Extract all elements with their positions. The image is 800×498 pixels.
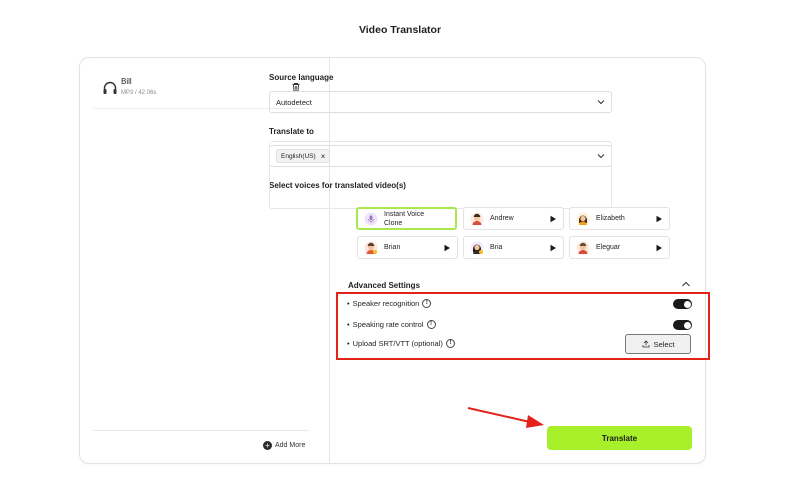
chevron-down-icon bbox=[597, 100, 605, 105]
speaker-recognition-toggle[interactable] bbox=[673, 299, 692, 309]
info-icon[interactable]: ! bbox=[426, 320, 436, 329]
option-label: Speaking rate control bbox=[352, 320, 424, 329]
avatar-andrew bbox=[470, 212, 484, 225]
file-meta: MP3 / 42.06s bbox=[121, 90, 157, 96]
avatar-elizabeth bbox=[576, 212, 590, 225]
avatar-brian bbox=[364, 241, 378, 254]
play-icon[interactable] bbox=[443, 244, 451, 252]
voice-name-line2: Clone bbox=[384, 219, 403, 227]
voice-eleguar[interactable]: Eleguar bbox=[569, 236, 670, 259]
advanced-settings-title: Advanced Settings bbox=[348, 281, 421, 290]
option-label: Speaker recognition bbox=[352, 299, 420, 308]
source-language-select[interactable]: Autodetect bbox=[269, 91, 612, 113]
source-language-value: Autodetect bbox=[276, 97, 312, 107]
option-upload-srt: • Upload SRT/VTT (optional) ! bbox=[347, 339, 455, 348]
translate-to-label: Translate to bbox=[269, 127, 314, 136]
voice-name: Elizabeth bbox=[596, 215, 625, 222]
option-speaker-recognition: • Speaker recognition ! bbox=[347, 299, 432, 308]
file-name: Bill bbox=[121, 77, 132, 86]
bullet: • bbox=[347, 339, 350, 348]
select-label: Select bbox=[653, 339, 675, 349]
plus-circle-icon: + bbox=[263, 440, 272, 450]
add-more-button[interactable]: + Add More bbox=[263, 439, 305, 451]
translator-card: Bill MP3 / 42.06s + Add More bbox=[79, 57, 706, 464]
voice-elizabeth[interactable]: Elizabeth bbox=[569, 207, 670, 230]
voice-name: Bria bbox=[490, 244, 503, 251]
play-icon[interactable] bbox=[549, 244, 557, 252]
add-more-label: Add More bbox=[275, 441, 306, 449]
voice-instant-clone[interactable]: Instant Voice Clone bbox=[356, 207, 457, 230]
panel-divider bbox=[329, 58, 330, 463]
voice-clone-icon bbox=[364, 212, 378, 225]
voice-bria[interactable]: Bria bbox=[463, 236, 564, 259]
headphones-icon bbox=[103, 81, 117, 94]
translate-button[interactable]: Translate bbox=[547, 426, 692, 450]
play-icon[interactable] bbox=[549, 215, 557, 223]
voice-name: Andrew bbox=[490, 215, 514, 222]
play-icon[interactable] bbox=[655, 244, 663, 252]
voice-brian[interactable]: Brian bbox=[357, 236, 458, 259]
avatar-bria bbox=[470, 241, 484, 254]
chevron-up-icon[interactable] bbox=[681, 280, 691, 288]
info-icon[interactable]: ! bbox=[422, 299, 432, 308]
left-bottom-separator bbox=[93, 430, 309, 431]
upload-select-button[interactable]: Select bbox=[625, 334, 691, 354]
info-icon[interactable]: ! bbox=[445, 339, 455, 348]
upload-icon bbox=[642, 340, 649, 348]
option-speaking-rate: • Speaking rate control ! bbox=[347, 320, 436, 329]
voices-grid: Instant Voice Clone Andrew Elizabeth Bri… bbox=[269, 141, 670, 259]
voice-name: Eleguar bbox=[596, 244, 621, 251]
option-label: Upload SRT/VTT (optional) bbox=[352, 339, 443, 348]
page-title: Video Translator bbox=[358, 24, 442, 36]
speaking-rate-toggle[interactable] bbox=[673, 320, 692, 330]
voice-name: Brian bbox=[384, 244, 401, 251]
source-language-label: Source language bbox=[269, 73, 334, 82]
play-icon[interactable] bbox=[655, 215, 663, 223]
bullet: • bbox=[347, 299, 350, 308]
voice-andrew[interactable]: Andrew bbox=[463, 207, 564, 230]
avatar-eleguar bbox=[576, 241, 590, 254]
voice-name-line1: Instant Voice bbox=[384, 210, 425, 218]
bullet: • bbox=[347, 320, 350, 329]
